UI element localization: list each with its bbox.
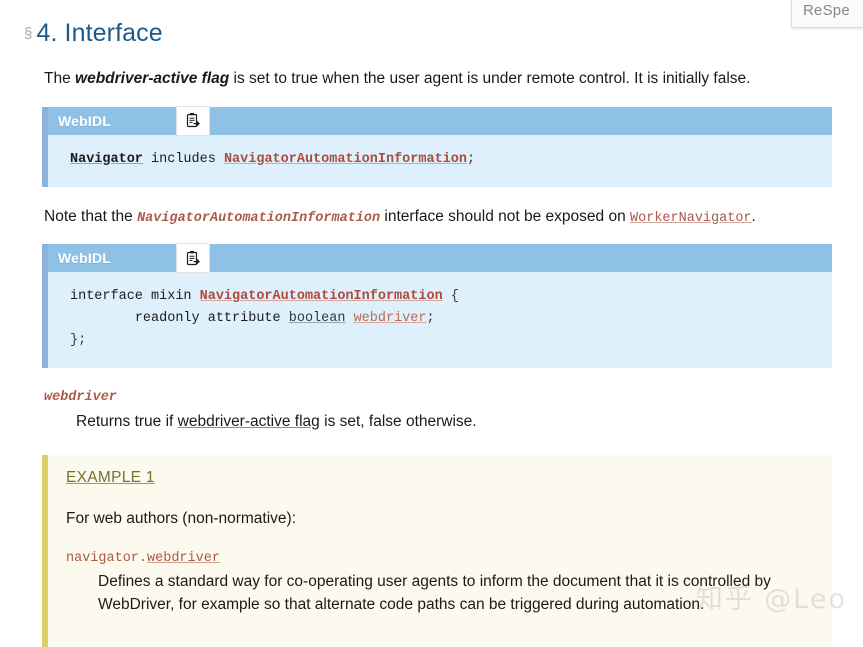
navigator-webdriver-link[interactable]: webdriver — [147, 551, 220, 566]
clipboard-copy-icon — [185, 112, 201, 129]
idl-token-close-brace: }; — [70, 333, 86, 348]
example-definition-list: navigator.webdriver Defines a standard w… — [66, 551, 814, 617]
webidl-label: WebIDL — [48, 250, 111, 266]
document-page: §4. Interface The webdriver-active flag … — [0, 0, 863, 647]
clipboard-copy-icon — [185, 250, 201, 267]
example-box: EXAMPLE 1 For web authors (non-normative… — [42, 455, 832, 646]
copy-idl-button-1[interactable] — [176, 106, 210, 136]
note-interface-name: NavigatorAutomationInformation — [137, 211, 380, 226]
webdriver-member-definition: webdriver Returns true if webdriver-acti… — [0, 390, 863, 433]
idl-token-navigator[interactable]: Navigator — [70, 152, 143, 167]
webidl-block-2: WebIDL interface mixin NavigatorAutomati… — [42, 244, 832, 368]
navigator-webdriver-description: Defines a standard way for co-operating … — [98, 571, 814, 617]
note-paragraph: Note that the NavigatorAutomationInforma… — [0, 206, 863, 229]
respec-button-label: ReSpe — [803, 2, 850, 19]
webidl-block-2-code: interface mixin NavigatorAutomationInfor… — [48, 272, 832, 368]
idl-token-navigatorautomationinformation[interactable]: NavigatorAutomationInformation — [224, 152, 467, 167]
idl-token-readonly-attribute: readonly attribute — [135, 311, 289, 326]
page-title: §4. Interface — [0, 0, 863, 49]
intro-paragraph: The webdriver-active flag is set to true… — [0, 68, 863, 90]
page-title-text: 4. Interface — [36, 19, 162, 47]
webidl-block-1-code: Navigator includes NavigatorAutomationIn… — [48, 135, 832, 187]
webdriver-active-flag-term: webdriver-active flag — [75, 70, 229, 87]
idl-token-interface-mixin: interface mixin — [70, 289, 200, 304]
idl-indent — [70, 311, 135, 326]
example-intro-paragraph: For web authors (non-normative): — [66, 508, 814, 530]
idl-token-semicolon: ; — [427, 311, 435, 326]
navigator-prefix: navigator. — [66, 551, 147, 566]
desc-suffix: is set, false otherwise. — [320, 413, 477, 430]
note-prefix: Note that the — [44, 208, 137, 225]
note-suffix: . — [752, 208, 756, 225]
copy-idl-button-2[interactable] — [176, 243, 210, 273]
respec-button[interactable]: ReSpe — [791, 0, 863, 28]
webdriver-member-description: Returns true if webdriver-active flag is… — [76, 411, 863, 433]
webidl-block-1-header: WebIDL — [48, 107, 832, 135]
example-title-link[interactable]: EXAMPLE 1 — [66, 469, 155, 487]
navigator-webdriver-term: navigator.webdriver — [66, 551, 814, 566]
idl-token-open-brace: { — [443, 289, 459, 304]
webdriver-active-flag-link[interactable]: webdriver-active flag — [178, 413, 320, 430]
idl-token-webdriver[interactable]: webdriver — [354, 311, 427, 326]
section-anchor-link[interactable]: § — [24, 25, 32, 42]
workernavigator-link[interactable]: WorkerNavigator — [630, 211, 752, 226]
idl-token-mixin-name[interactable]: NavigatorAutomationInformation — [200, 289, 443, 304]
desc-prefix: Returns true if — [76, 413, 178, 430]
intro-rest: is set to true when the user agent is un… — [229, 70, 750, 87]
webdriver-member-term: webdriver — [44, 390, 863, 405]
idl-space — [345, 311, 353, 326]
webidl-block-1: WebIDL Navigator includes NavigatorAutom… — [42, 107, 832, 187]
idl-token-includes: includes — [143, 152, 224, 167]
intro-lead: The — [44, 70, 75, 87]
idl-token-boolean[interactable]: boolean — [289, 311, 346, 326]
webidl-label: WebIDL — [48, 113, 111, 129]
webidl-block-2-header: WebIDL — [48, 244, 832, 272]
idl-token-semicolon: ; — [467, 152, 475, 167]
note-middle: interface should not be exposed on — [380, 208, 630, 225]
